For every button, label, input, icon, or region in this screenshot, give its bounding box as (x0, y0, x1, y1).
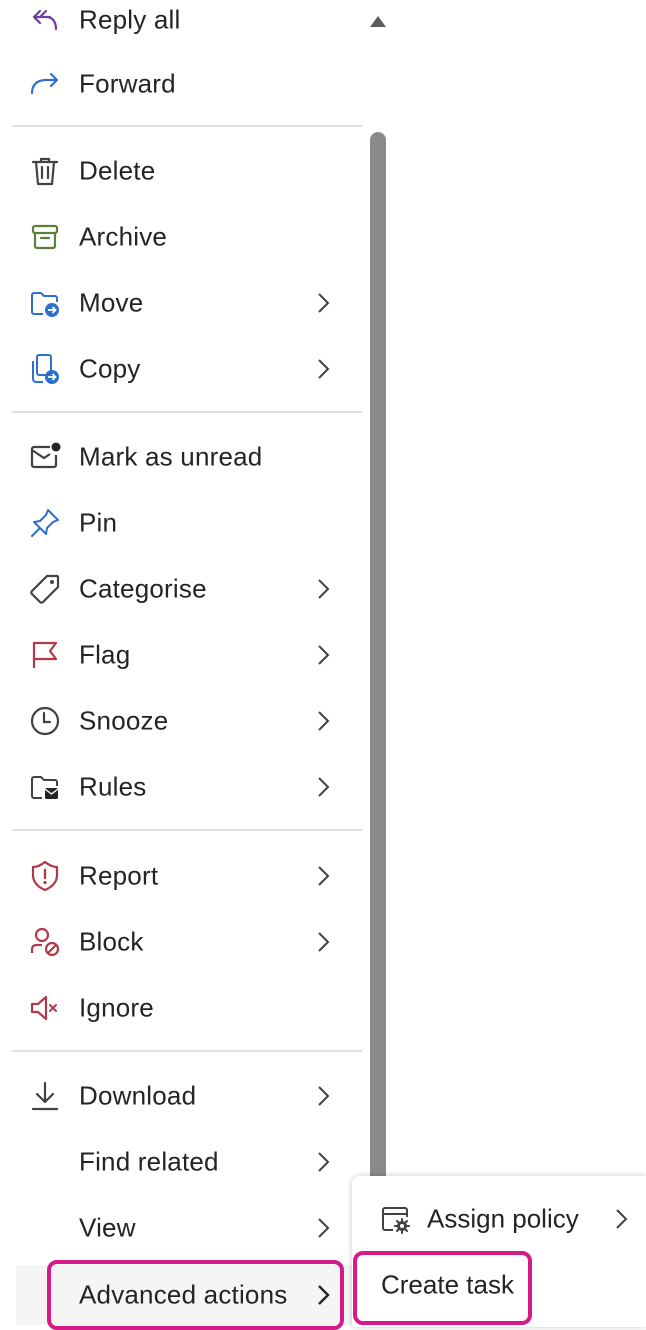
menu-item-label: Find related (79, 1146, 219, 1177)
menu-separator (12, 411, 362, 413)
chevron-right-icon (318, 711, 330, 731)
menu-item-categorise[interactable]: Categorise (16, 559, 362, 619)
menu-separator (12, 125, 362, 127)
move-folder-icon (28, 286, 62, 320)
menu-item-reply-all[interactable]: Reply all (16, 0, 362, 50)
menu-item-view[interactable]: View (16, 1198, 362, 1258)
chevron-right-icon (318, 359, 330, 379)
submenu-item-label: Assign policy (427, 1203, 579, 1234)
chevron-right-icon (318, 1218, 330, 1238)
flag-icon (28, 638, 62, 672)
menu-item-label: Categorise (79, 573, 207, 604)
delete-icon (28, 154, 62, 188)
clock-icon (28, 704, 62, 738)
chevron-right-icon (318, 866, 330, 886)
submenu-item-assign-policy[interactable]: Assign policy (352, 1188, 646, 1250)
tag-icon (28, 572, 62, 606)
menu-item-delete[interactable]: Delete (16, 141, 362, 201)
menu-item-forward[interactable]: Forward (16, 54, 362, 114)
menu-item-label: Copy (79, 353, 141, 384)
menu-item-block[interactable]: Block (16, 912, 362, 972)
menu-item-label: Flag (79, 639, 131, 670)
chevron-right-icon (616, 1209, 628, 1229)
mail-unread-icon (28, 440, 62, 474)
menu-item-flag[interactable]: Flag (16, 625, 362, 685)
speaker-mute-icon (28, 991, 62, 1025)
menu-item-copy[interactable]: Copy (16, 339, 362, 399)
chevron-right-icon (318, 932, 330, 952)
menu-item-find-related[interactable]: Find related (16, 1132, 362, 1192)
chevron-right-icon (318, 645, 330, 665)
scroll-up-arrow-icon[interactable] (370, 16, 386, 27)
menu-item-label: Ignore (79, 992, 154, 1023)
context-menu: Reply all Forward Delete Archive Move Co… (0, 0, 364, 1327)
chevron-right-icon (318, 1086, 330, 1106)
menu-item-label: Snooze (79, 705, 169, 736)
menu-item-pin[interactable]: Pin (16, 493, 362, 553)
menu-item-label: Move (79, 287, 144, 318)
menu-item-label: View (79, 1212, 136, 1243)
menu-item-mark-as-unread[interactable]: Mark as unread (16, 427, 362, 487)
highlight-box-create-task (353, 1251, 532, 1325)
menu-item-label: Download (79, 1080, 197, 1111)
scrollbar-thumb[interactable] (370, 132, 386, 1327)
copy-icon (28, 352, 62, 386)
chevron-right-icon (318, 777, 330, 797)
menu-item-label: Rules (79, 771, 147, 802)
chevron-right-icon (318, 293, 330, 313)
menu-item-ignore[interactable]: Ignore (16, 978, 362, 1038)
rules-folder-icon (28, 770, 62, 804)
reply-all-icon (28, 3, 62, 37)
menu-item-archive[interactable]: Archive (16, 207, 362, 267)
policy-settings-icon (378, 1202, 412, 1236)
menu-item-rules[interactable]: Rules (16, 757, 362, 817)
menu-item-label: Archive (79, 221, 168, 252)
menu-item-label: Forward (79, 68, 176, 99)
shield-alert-icon (28, 859, 62, 893)
menu-item-label: Block (79, 926, 144, 957)
menu-item-label: Pin (79, 507, 118, 538)
chevron-right-icon (318, 579, 330, 599)
person-block-icon (28, 925, 62, 959)
menu-item-label: Report (79, 860, 159, 891)
forward-icon (28, 67, 62, 101)
archive-icon (28, 220, 62, 254)
pin-icon (28, 506, 62, 540)
menu-item-label: Reply all (79, 4, 181, 35)
menu-item-report[interactable]: Report (16, 846, 362, 906)
menu-item-download[interactable]: Download (16, 1066, 362, 1126)
menu-separator (12, 1050, 362, 1052)
menu-item-label: Delete (79, 155, 156, 186)
menu-item-snooze[interactable]: Snooze (16, 691, 362, 751)
highlight-box-advanced-actions (47, 1260, 344, 1330)
menu-item-move[interactable]: Move (16, 273, 362, 333)
download-icon (28, 1079, 62, 1113)
menu-separator (12, 829, 362, 831)
chevron-right-icon (318, 1152, 330, 1172)
menu-item-label: Mark as unread (79, 441, 263, 472)
